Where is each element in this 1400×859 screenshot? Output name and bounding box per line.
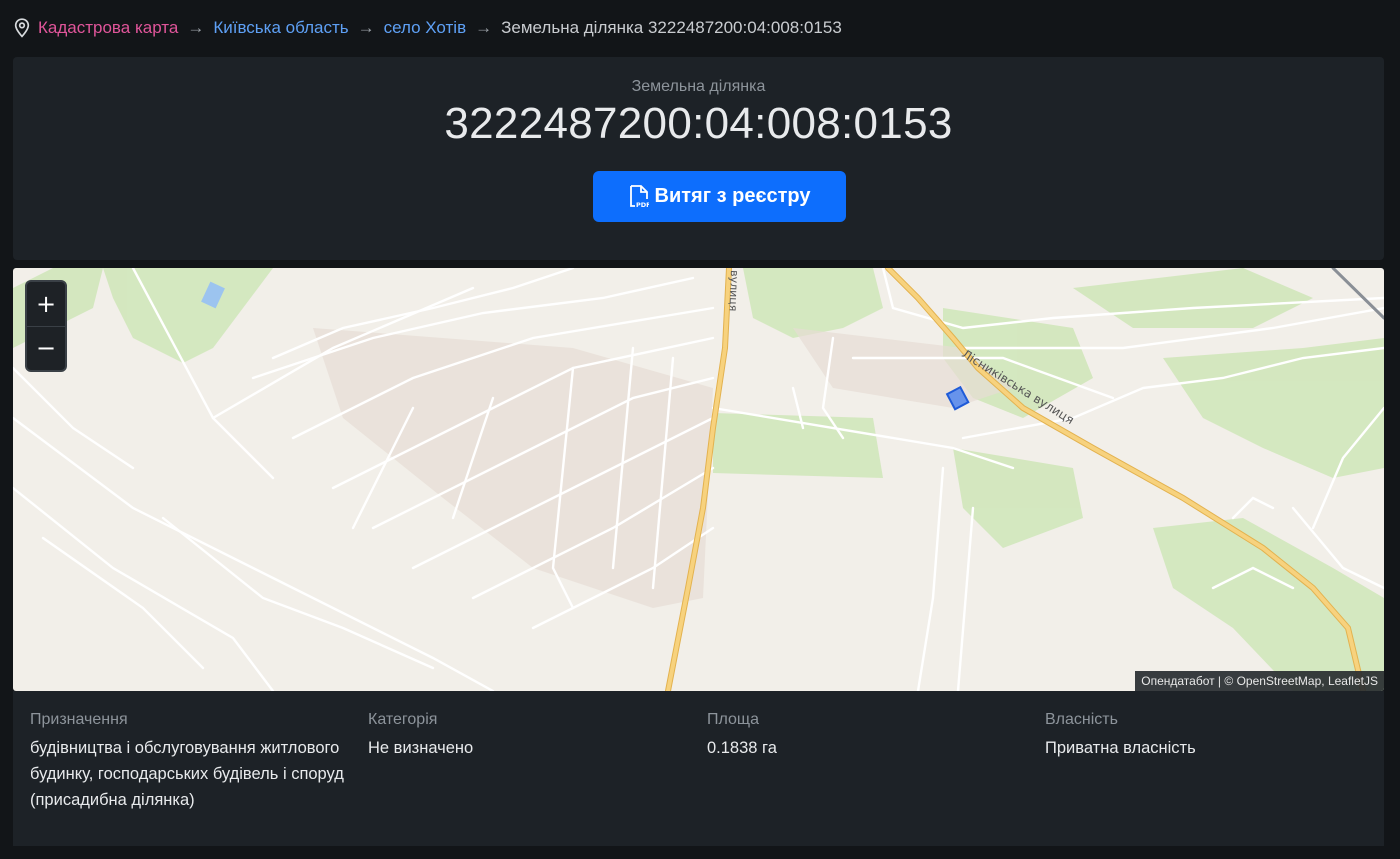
- breadcrumb-cadastral-map-link[interactable]: Кадастрова карта: [38, 18, 178, 38]
- svg-text:PDF: PDF: [636, 201, 649, 209]
- purpose-field: Призначення будівництва і обслуговування…: [30, 711, 360, 813]
- attribution-separator: | ©: [1214, 674, 1237, 688]
- ownership-value: Приватна власність: [1045, 739, 1196, 757]
- cadastral-map[interactable]: Лісниківська вулиця вулиця + − Опендатаб…: [13, 268, 1384, 691]
- category-field: Категорія Не визначено: [368, 711, 698, 761]
- map-tiles: Лісниківська вулиця вулиця: [13, 268, 1384, 691]
- location-pin-icon: [14, 18, 30, 38]
- breadcrumb-village-link[interactable]: село Хотів: [384, 18, 467, 38]
- parcel-subtitle: Земельна ділянка: [631, 78, 766, 95]
- attribution-comma: ,: [1321, 674, 1328, 688]
- ownership-field: Власність Приватна власність: [1045, 711, 1375, 761]
- zoom-out-button[interactable]: −: [27, 327, 65, 371]
- attribution-leaflet-link[interactable]: LeafletJS: [1328, 674, 1378, 688]
- breadcrumb-arrow-icon: →: [187, 18, 205, 37]
- map-zoom-control: + −: [25, 280, 67, 372]
- breadcrumb: Кадастрова карта → Київська область → се…: [14, 16, 842, 40]
- registry-extract-label: Витяг з реєстру: [654, 185, 811, 207]
- area-field: Площа 0.1838 га: [707, 711, 1037, 761]
- area-value: 0.1838 га: [707, 739, 777, 757]
- breadcrumb-current: Земельна ділянка 3222487200:04:008:0153: [501, 18, 842, 37]
- breadcrumb-arrow-icon: →: [475, 18, 493, 37]
- purpose-value: будівництва і обслуговування житлового б…: [30, 739, 344, 809]
- pdf-file-icon: PDF: [629, 184, 649, 209]
- svg-text:вулиця: вулиця: [727, 270, 741, 312]
- zoom-in-button[interactable]: +: [27, 282, 65, 326]
- area-label: Площа: [707, 711, 759, 728]
- category-value: Не визначено: [368, 739, 474, 757]
- attribution-osm-link[interactable]: OpenStreetMap: [1237, 674, 1322, 688]
- attribution-opendatabot-link[interactable]: Опендатабот: [1141, 674, 1214, 688]
- parcel-cadastral-number: 3222487200:04:008:0153: [444, 99, 953, 148]
- breadcrumb-region-link[interactable]: Київська область: [213, 18, 348, 38]
- category-label: Категорія: [368, 711, 438, 728]
- purpose-label: Призначення: [30, 711, 128, 728]
- parcel-info-card: Призначення будівництва і обслуговування…: [13, 691, 1384, 846]
- ownership-label: Власність: [1045, 711, 1118, 728]
- map-attribution: Опендатабот | © OpenStreetMap, LeafletJS: [1135, 671, 1384, 691]
- registry-extract-button[interactable]: PDF Витяг з реєстру: [593, 171, 846, 222]
- parcel-header-card: Земельна ділянка 3222487200:04:008:0153 …: [13, 57, 1384, 260]
- breadcrumb-arrow-icon: →: [357, 18, 375, 37]
